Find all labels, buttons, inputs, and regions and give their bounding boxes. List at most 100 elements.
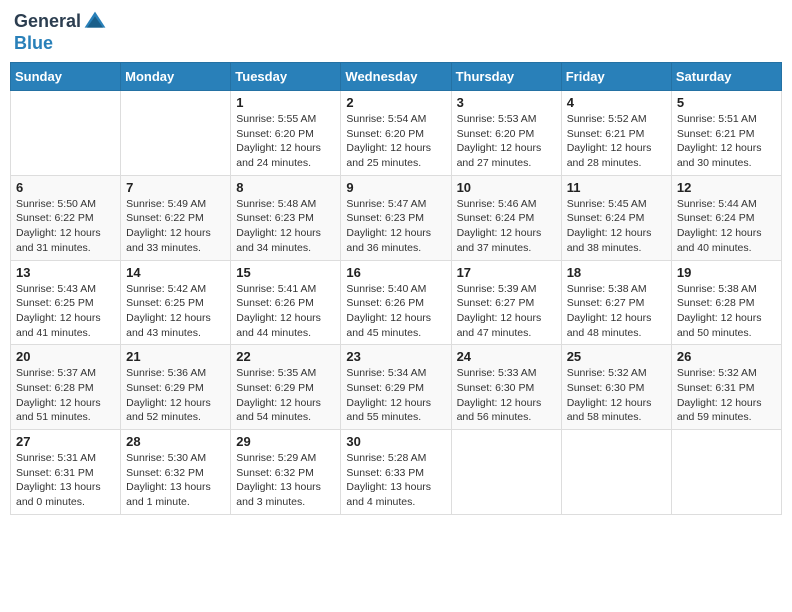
day-info: Sunrise: 5:51 AM Sunset: 6:21 PM Dayligh… xyxy=(677,112,776,171)
day-number: 14 xyxy=(126,265,225,280)
day-number: 4 xyxy=(567,95,666,110)
calendar-cell: 4 Sunrise: 5:52 AM Sunset: 6:21 PM Daylig… xyxy=(561,91,671,176)
day-info: Sunrise: 5:53 AM Sunset: 6:20 PM Dayligh… xyxy=(457,112,556,171)
calendar-table: SundayMondayTuesdayWednesdayThursdayFrid… xyxy=(10,62,782,515)
day-number: 1 xyxy=(236,95,335,110)
day-number: 21 xyxy=(126,349,225,364)
day-number: 3 xyxy=(457,95,556,110)
calendar-cell: 24Sunrise: 5:33 AM Sunset: 6:30 PM Dayli… xyxy=(451,345,561,430)
calendar-cell: 20 Sunrise: 5:37 AM Sunset: 6:28 PM Dayli… xyxy=(11,345,121,430)
day-info: Sunrise: 5:31 AM Sunset: 6:31 PM Dayligh… xyxy=(16,451,115,510)
calendar-cell: 15Sunrise: 5:41 AM Sunset: 6:26 PM Dayli… xyxy=(231,260,341,345)
calendar-cell: 30 Sunrise: 5:28 AM Sunset: 6:33 PM Dayli… xyxy=(341,430,451,515)
calendar-cell: 5 Sunrise: 5:51 AM Sunset: 6:21 PM Daylig… xyxy=(671,91,781,176)
calendar-cell: 19 Sunrise: 5:38 AM Sunset: 6:28 PM Dayli… xyxy=(671,260,781,345)
calendar-cell: 17Sunrise: 5:39 AM Sunset: 6:27 PM Dayli… xyxy=(451,260,561,345)
day-info: Sunrise: 5:49 AM Sunset: 6:22 PM Dayligh… xyxy=(126,197,225,256)
calendar-cell: 9 Sunrise: 5:47 AM Sunset: 6:23 PM Daylig… xyxy=(341,175,451,260)
day-number: 29 xyxy=(236,434,335,449)
day-info: Sunrise: 5:55 AM Sunset: 6:20 PM Dayligh… xyxy=(236,112,335,171)
day-number: 8 xyxy=(236,180,335,195)
calendar-cell: 27 Sunrise: 5:31 AM Sunset: 6:31 PM Dayli… xyxy=(11,430,121,515)
day-number: 17 xyxy=(457,265,556,280)
day-info: Sunrise: 5:38 AM Sunset: 6:28 PM Dayligh… xyxy=(677,282,776,341)
calendar-cell: 26 Sunrise: 5:32 AM Sunset: 6:31 PM Dayli… xyxy=(671,345,781,430)
day-number: 20 xyxy=(16,349,115,364)
week-row-5: 27 Sunrise: 5:31 AM Sunset: 6:31 PM Dayli… xyxy=(11,430,782,515)
calendar-cell: 23 Sunrise: 5:34 AM Sunset: 6:29 PM Dayli… xyxy=(341,345,451,430)
calendar-cell xyxy=(11,91,121,176)
day-number: 18 xyxy=(567,265,666,280)
day-info: Sunrise: 5:36 AM Sunset: 6:29 PM Dayligh… xyxy=(126,366,225,425)
day-number: 9 xyxy=(346,180,445,195)
day-number: 13 xyxy=(16,265,115,280)
day-info: Sunrise: 5:32 AM Sunset: 6:31 PM Dayligh… xyxy=(677,366,776,425)
day-number: 27 xyxy=(16,434,115,449)
col-header-sunday: Sunday xyxy=(11,63,121,91)
day-number: 16 xyxy=(346,265,445,280)
logo: General Blue xyxy=(14,10,107,54)
day-info: Sunrise: 5:52 AM Sunset: 6:21 PM Dayligh… xyxy=(567,112,666,171)
calendar-cell: 12 Sunrise: 5:44 AM Sunset: 6:24 PM Dayli… xyxy=(671,175,781,260)
col-header-wednesday: Wednesday xyxy=(341,63,451,91)
day-info: Sunrise: 5:40 AM Sunset: 6:26 PM Dayligh… xyxy=(346,282,445,341)
day-number: 5 xyxy=(677,95,776,110)
day-info: Sunrise: 5:48 AM Sunset: 6:23 PM Dayligh… xyxy=(236,197,335,256)
day-number: 22 xyxy=(236,349,335,364)
calendar-cell: 18 Sunrise: 5:38 AM Sunset: 6:27 PM Dayli… xyxy=(561,260,671,345)
week-row-1: 1 Sunrise: 5:55 AM Sunset: 6:20 PM Daylig… xyxy=(11,91,782,176)
col-header-thursday: Thursday xyxy=(451,63,561,91)
calendar-cell xyxy=(671,430,781,515)
calendar-cell: 28 Sunrise: 5:30 AM Sunset: 6:32 PM Dayli… xyxy=(121,430,231,515)
calendar-cell: 11 Sunrise: 5:45 AM Sunset: 6:24 PM Dayli… xyxy=(561,175,671,260)
day-info: Sunrise: 5:47 AM Sunset: 6:23 PM Dayligh… xyxy=(346,197,445,256)
day-number: 25 xyxy=(567,349,666,364)
calendar-cell: 13 Sunrise: 5:43 AM Sunset: 6:25 PM Dayli… xyxy=(11,260,121,345)
day-info: Sunrise: 5:50 AM Sunset: 6:22 PM Dayligh… xyxy=(16,197,115,256)
logo-text: General xyxy=(14,12,81,32)
calendar-cell: 25 Sunrise: 5:32 AM Sunset: 6:30 PM Dayli… xyxy=(561,345,671,430)
day-number: 23 xyxy=(346,349,445,364)
week-row-4: 20 Sunrise: 5:37 AM Sunset: 6:28 PM Dayli… xyxy=(11,345,782,430)
calendar-cell xyxy=(121,91,231,176)
calendar-cell: 1 Sunrise: 5:55 AM Sunset: 6:20 PM Daylig… xyxy=(231,91,341,176)
day-info: Sunrise: 5:42 AM Sunset: 6:25 PM Dayligh… xyxy=(126,282,225,341)
day-info: Sunrise: 5:28 AM Sunset: 6:33 PM Dayligh… xyxy=(346,451,445,510)
calendar-cell: 3 Sunrise: 5:53 AM Sunset: 6:20 PM Daylig… xyxy=(451,91,561,176)
day-info: Sunrise: 5:43 AM Sunset: 6:25 PM Dayligh… xyxy=(16,282,115,341)
day-info: Sunrise: 5:37 AM Sunset: 6:28 PM Dayligh… xyxy=(16,366,115,425)
day-info: Sunrise: 5:34 AM Sunset: 6:29 PM Dayligh… xyxy=(346,366,445,425)
calendar-cell: 2 Sunrise: 5:54 AM Sunset: 6:20 PM Daylig… xyxy=(341,91,451,176)
day-number: 11 xyxy=(567,180,666,195)
day-number: 28 xyxy=(126,434,225,449)
week-row-3: 13 Sunrise: 5:43 AM Sunset: 6:25 PM Dayli… xyxy=(11,260,782,345)
col-header-friday: Friday xyxy=(561,63,671,91)
day-number: 2 xyxy=(346,95,445,110)
calendar-cell xyxy=(451,430,561,515)
day-number: 30 xyxy=(346,434,445,449)
day-info: Sunrise: 5:35 AM Sunset: 6:29 PM Dayligh… xyxy=(236,366,335,425)
day-number: 19 xyxy=(677,265,776,280)
calendar-cell: 14 Sunrise: 5:42 AM Sunset: 6:25 PM Dayli… xyxy=(121,260,231,345)
calendar-cell: 8 Sunrise: 5:48 AM Sunset: 6:23 PM Daylig… xyxy=(231,175,341,260)
day-number: 26 xyxy=(677,349,776,364)
calendar-cell: 21 Sunrise: 5:36 AM Sunset: 6:29 PM Dayli… xyxy=(121,345,231,430)
calendar-cell: 6Sunrise: 5:50 AM Sunset: 6:22 PM Daylig… xyxy=(11,175,121,260)
day-number: 24 xyxy=(457,349,556,364)
day-number: 12 xyxy=(677,180,776,195)
week-row-2: 6Sunrise: 5:50 AM Sunset: 6:22 PM Daylig… xyxy=(11,175,782,260)
calendar-cell: 7Sunrise: 5:49 AM Sunset: 6:22 PM Daylig… xyxy=(121,175,231,260)
calendar-header-row: SundayMondayTuesdayWednesdayThursdayFrid… xyxy=(11,63,782,91)
day-info: Sunrise: 5:44 AM Sunset: 6:24 PM Dayligh… xyxy=(677,197,776,256)
day-info: Sunrise: 5:41 AM Sunset: 6:26 PM Dayligh… xyxy=(236,282,335,341)
day-info: Sunrise: 5:38 AM Sunset: 6:27 PM Dayligh… xyxy=(567,282,666,341)
day-info: Sunrise: 5:32 AM Sunset: 6:30 PM Dayligh… xyxy=(567,366,666,425)
col-header-monday: Monday xyxy=(121,63,231,91)
day-info: Sunrise: 5:30 AM Sunset: 6:32 PM Dayligh… xyxy=(126,451,225,510)
calendar-cell: 29 Sunrise: 5:29 AM Sunset: 6:32 PM Dayli… xyxy=(231,430,341,515)
col-header-tuesday: Tuesday xyxy=(231,63,341,91)
day-info: Sunrise: 5:45 AM Sunset: 6:24 PM Dayligh… xyxy=(567,197,666,256)
day-info: Sunrise: 5:54 AM Sunset: 6:20 PM Dayligh… xyxy=(346,112,445,171)
day-info: Sunrise: 5:29 AM Sunset: 6:32 PM Dayligh… xyxy=(236,451,335,510)
calendar-cell: 22 Sunrise: 5:35 AM Sunset: 6:29 PM Dayli… xyxy=(231,345,341,430)
